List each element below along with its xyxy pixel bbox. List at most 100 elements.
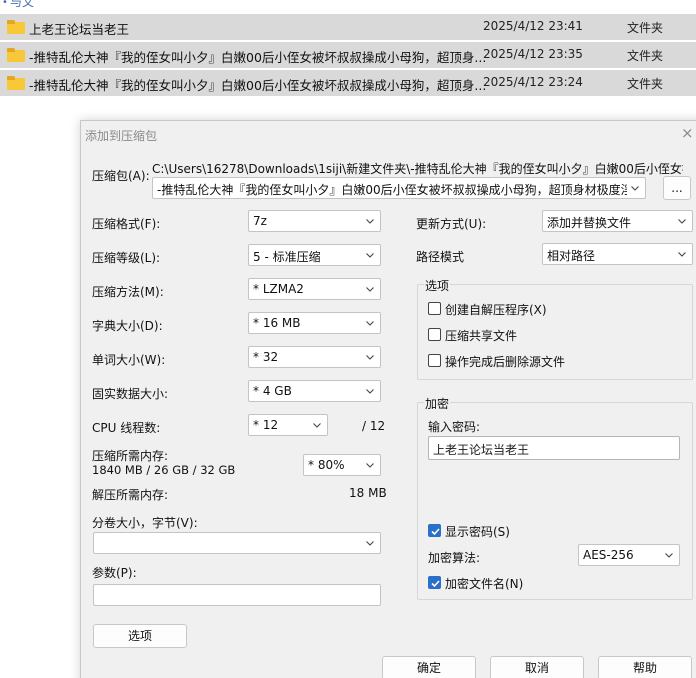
update-mode-value: 添加并替换文件 <box>547 216 632 230</box>
level-label: 压缩等级(L): <box>92 251 161 265</box>
delete-after-checkbox[interactable]: 操作完成后删除源文件 <box>428 353 628 369</box>
format-value: 7z <box>253 214 267 228</box>
file-name: 上老王论坛当老王 <box>29 22 130 37</box>
options-button[interactable]: 选项 <box>93 624 187 648</box>
file-row[interactable]: 上老王论坛当老王 2025/4/12 23:41 文件夹 <box>0 14 696 40</box>
help-button[interactable]: 帮助 <box>598 656 692 678</box>
mem-usage-value: * 80% <box>308 458 345 472</box>
file-type: 文件夹 <box>627 77 664 91</box>
level-select[interactable]: 5 - 标准压缩 <box>248 244 381 266</box>
chevron-down-icon <box>366 461 374 469</box>
options-group-title: 选项 <box>424 277 451 294</box>
chevron-down-icon <box>366 387 374 395</box>
word-size-label: 单词大小(W): <box>92 353 166 367</box>
file-type: 文件夹 <box>627 49 664 63</box>
volume-size-select[interactable] <box>93 532 381 554</box>
mem-usage-select[interactable]: * 80% <box>303 454 381 476</box>
password-input[interactable]: 上老王论坛当老王 <box>428 436 680 460</box>
cancel-button[interactable]: 取消 <box>490 656 584 678</box>
chevron-down-icon <box>313 421 321 429</box>
chevron-down-icon <box>366 353 374 361</box>
encrypt-names-checkbox[interactable]: 加密文件名(N) <box>428 575 628 591</box>
threads-value: * 12 <box>253 418 279 432</box>
encryption-group-title: 加密 <box>424 395 451 412</box>
method-value: * LZMA2 <box>253 282 304 296</box>
chevron-down-icon <box>631 184 639 192</box>
delete-after-checkbox-label: 操作完成后删除源文件 <box>445 355 566 369</box>
dict-size-select[interactable]: * 16 MB <box>248 312 381 334</box>
format-label: 压缩格式(F): <box>92 217 161 231</box>
encryption-method-label: 加密算法: <box>428 551 481 565</box>
method-label: 压缩方法(M): <box>92 285 164 299</box>
ok-button[interactable]: 确定 <box>382 656 476 678</box>
threads-label: CPU 线程数: <box>92 421 161 435</box>
file-type: 文件夹 <box>627 21 664 35</box>
checkbox-box <box>428 328 441 341</box>
method-select[interactable]: * LZMA2 <box>248 278 381 300</box>
close-icon[interactable]: × <box>681 124 694 142</box>
header-marker-icon: • <box>2 0 8 8</box>
threads-select[interactable]: * 12 <box>248 414 328 436</box>
show-password-checkbox[interactable]: 显示密码(S) <box>428 523 628 539</box>
format-select[interactable]: 7z <box>248 210 381 232</box>
archive-name-combo[interactable]: -推特乱伦大神『我的侄女叫小夕』白嫩00后小侄女被坏叔叔操成小母狗，超顶身材极度… <box>152 177 646 199</box>
path-mode-select[interactable]: 相对路径 <box>542 243 693 265</box>
solid-size-label: 固实数据大小: <box>92 387 169 401</box>
checkbox-box-checked <box>428 524 441 537</box>
archive-name-value: -推特乱伦大神『我的侄女叫小夕』白嫩00后小侄女被坏叔叔操成小母狗，超顶身材极度… <box>157 183 627 197</box>
update-mode-label: 更新方式(U): <box>416 217 487 231</box>
mem-decompress-label: 解压所需内存: <box>92 488 169 502</box>
solid-size-select[interactable]: * 4 GB <box>248 380 381 402</box>
checkbox-box <box>428 302 441 315</box>
file-row[interactable]: -推特乱伦大神『我的侄女叫小夕』白嫩00后小侄女被坏叔叔操成小母狗，超顶身...… <box>0 42 696 68</box>
file-row[interactable]: -推特乱伦大神『我的侄女叫小夕』白嫩00后小侄女被坏叔叔操成小母狗，超顶身...… <box>0 70 696 96</box>
shared-files-checkbox[interactable]: 压缩共享文件 <box>428 327 628 343</box>
chevron-down-icon <box>366 251 374 259</box>
folder-icon <box>7 76 25 90</box>
dialog-title: 添加到压缩包 <box>85 129 158 143</box>
explorer-partial-text: 与文 <box>10 0 35 9</box>
chevron-down-icon <box>678 217 686 225</box>
archive-label: 压缩包(A): <box>92 169 150 183</box>
password-value: 上老王论坛当老王 <box>433 443 530 457</box>
chevron-down-icon <box>366 539 374 547</box>
browse-button[interactable]: ... <box>663 176 691 200</box>
word-size-select[interactable]: * 32 <box>248 346 381 368</box>
encryption-method-value: AES-256 <box>583 548 634 562</box>
add-to-archive-dialog: 添加到压缩包 × 压缩包(A): C:\Users\16278\Download… <box>80 120 696 678</box>
mem-compress-label: 压缩所需内存: <box>92 449 169 463</box>
mem-compress-detail: 1840 MB / 26 GB / 32 GB <box>92 463 236 477</box>
dict-size-label: 字典大小(D): <box>92 319 163 333</box>
chevron-down-icon <box>665 551 673 559</box>
path-mode-label: 路径模式 <box>416 250 465 264</box>
folder-icon <box>7 48 25 62</box>
params-label: 参数(P): <box>92 566 137 580</box>
sfx-checkbox-label: 创建自解压程序(X) <box>445 303 547 317</box>
threads-max: / 12 <box>362 419 386 433</box>
mem-decompress-value: 18 MB <box>349 486 387 500</box>
chevron-down-icon <box>366 319 374 327</box>
file-date: 2025/4/12 23:24 <box>483 75 583 89</box>
file-name: -推特乱伦大神『我的侄女叫小夕』白嫩00后小侄女被坏叔叔操成小母狗，超顶身... <box>29 78 487 93</box>
show-password-label: 显示密码(S) <box>445 525 510 539</box>
params-input[interactable] <box>93 584 381 606</box>
password-label: 输入密码: <box>428 420 481 434</box>
folder-icon <box>7 20 25 34</box>
sfx-checkbox[interactable]: 创建自解压程序(X) <box>428 301 628 317</box>
word-size-value: * 32 <box>253 350 279 364</box>
encrypt-names-label: 加密文件名(N) <box>445 577 524 591</box>
volume-label: 分卷大小，字节(V): <box>92 516 198 530</box>
explorer-partial-header: • 与文 <box>0 0 60 9</box>
chevron-down-icon <box>678 250 686 258</box>
file-date: 2025/4/12 23:41 <box>483 19 583 33</box>
archive-path: C:\Users\16278\Downloads\1siji\新建文件夹\-推特… <box>152 162 683 176</box>
update-mode-select[interactable]: 添加并替换文件 <box>542 210 693 232</box>
dict-size-value: * 16 MB <box>253 316 301 330</box>
level-value: 5 - 标准压缩 <box>253 250 321 264</box>
path-mode-value: 相对路径 <box>547 249 596 263</box>
shared-files-checkbox-label: 压缩共享文件 <box>445 329 518 343</box>
solid-size-value: * 4 GB <box>253 384 292 398</box>
encryption-method-select[interactable]: AES-256 <box>578 544 680 566</box>
chevron-down-icon <box>366 285 374 293</box>
chevron-down-icon <box>366 217 374 225</box>
